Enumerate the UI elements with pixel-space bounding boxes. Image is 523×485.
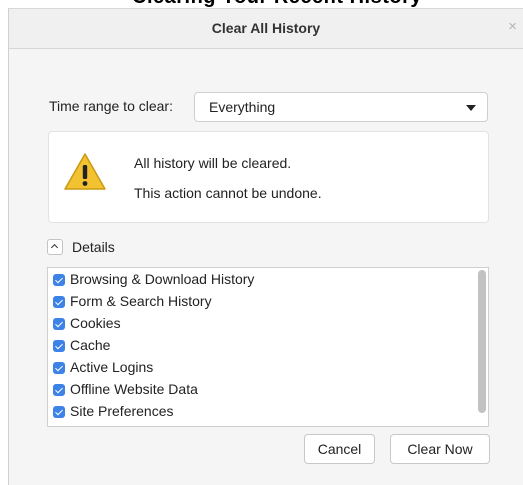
time-range-value: Everything bbox=[209, 99, 276, 115]
clear-now-button[interactable]: Clear Now bbox=[390, 434, 490, 464]
history-items-list: Browsing & Download History Form & Searc… bbox=[47, 267, 489, 427]
list-item-label: Active Logins bbox=[70, 359, 154, 375]
checkbox[interactable] bbox=[53, 406, 65, 418]
list-item-label: Cache bbox=[70, 337, 111, 353]
checkbox[interactable] bbox=[53, 384, 65, 396]
list-item-label: Cookies bbox=[70, 315, 121, 331]
warning-triangle-icon bbox=[64, 153, 106, 190]
dialog-title: Clear All History bbox=[211, 20, 321, 36]
checkbox[interactable] bbox=[53, 362, 65, 374]
list-item-label: Form & Search History bbox=[70, 293, 212, 309]
warning-panel: All history will be cleared. This action… bbox=[48, 131, 489, 223]
warning-message: All history will be cleared. bbox=[134, 155, 292, 171]
checkbox[interactable] bbox=[53, 296, 65, 308]
clear-history-dialog: Clear All History × Time range to clear:… bbox=[8, 8, 523, 485]
page-header-fragment: Clearing Your Recent History bbox=[0, 0, 523, 8]
dialog-titlebar: Clear All History × bbox=[9, 9, 523, 49]
list-item-label: Browsing & Download History bbox=[70, 271, 255, 287]
warning-submessage: This action cannot be undone. bbox=[134, 185, 322, 201]
time-range-select[interactable]: Everything bbox=[194, 92, 488, 122]
chevron-down-icon bbox=[466, 105, 476, 111]
checkbox[interactable] bbox=[53, 340, 65, 352]
time-range-label: Time range to clear: bbox=[49, 98, 173, 114]
details-label: Details bbox=[72, 239, 115, 255]
close-icon[interactable]: × bbox=[508, 18, 517, 35]
list-scrollbar[interactable] bbox=[478, 270, 486, 413]
page-header-text: Clearing Your Recent History bbox=[132, 0, 422, 8]
checkbox[interactable] bbox=[53, 318, 65, 330]
details-collapse-button[interactable] bbox=[47, 239, 63, 255]
list-item-label: Offline Website Data bbox=[70, 381, 198, 397]
checkbox[interactable] bbox=[53, 274, 65, 286]
list-item-label: Site Preferences bbox=[70, 403, 174, 419]
cancel-button[interactable]: Cancel bbox=[304, 434, 375, 464]
